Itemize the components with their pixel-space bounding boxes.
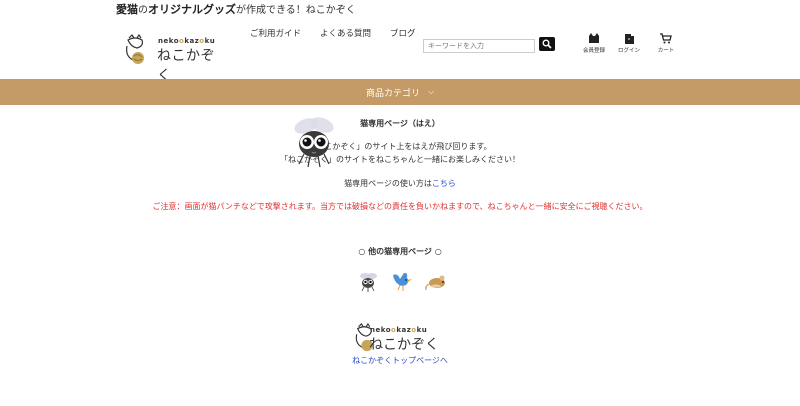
- fly-page-icon[interactable]: [356, 269, 380, 293]
- howto-link[interactable]: こちら: [432, 179, 456, 188]
- intro-line-2: 「ねこかぞく」のサイトをねこちゃんと一緒にお楽しみください！: [280, 155, 520, 164]
- search-icon: [542, 39, 552, 49]
- footer-logo[interactable]: nekookazoku ねこかぞく: [354, 321, 454, 353]
- cart-label: カート: [657, 48, 675, 54]
- nav-guide[interactable]: ご利用ガイド: [250, 27, 301, 39]
- tagline-mid: の: [138, 5, 148, 16]
- top-page-link[interactable]: ねこかぞくトップページへ: [0, 355, 800, 366]
- cart-icon: [660, 33, 672, 44]
- login-button[interactable]: ログイン: [614, 33, 644, 54]
- bird-page-icon[interactable]: [390, 269, 414, 293]
- howto-text: 猫専用ページの使い方はこちら: [0, 178, 800, 189]
- nav-blog[interactable]: ブログ: [390, 27, 416, 39]
- search-input[interactable]: [423, 39, 535, 53]
- search-button[interactable]: [539, 37, 555, 51]
- nav-faq[interactable]: よくある質問: [320, 27, 371, 39]
- other-pages-list: [356, 269, 448, 293]
- site-tagline: 愛猫のオリジナルグッズが作成できる！ねこかぞく: [116, 1, 356, 17]
- login-icon: [625, 34, 634, 44]
- category-label: 商品カテゴリ: [365, 88, 420, 99]
- category-bar[interactable]: 商品カテゴリ ⌵: [0, 79, 800, 105]
- site-logo[interactable]: nekookazoku ねこかぞく: [125, 32, 225, 84]
- other-pages-title: ○ 他の猫専用ページ ○: [358, 247, 442, 256]
- login-label: ログイン: [617, 48, 640, 54]
- logo-roman-text: nekookazoku: [158, 37, 216, 45]
- chevron-down-icon: ⌵: [427, 87, 435, 96]
- fly-sprite-icon[interactable]: [286, 114, 342, 170]
- tagline-bold-2: オリジナルグッズ: [148, 3, 236, 16]
- footer-logo-kana: ねこかぞく: [369, 337, 439, 353]
- intro-line-1: 「ねこかぞく」のサイト上をはえが飛び回ります。: [308, 142, 492, 151]
- mouse-page-icon[interactable]: [424, 269, 448, 293]
- cart-button[interactable]: カート: [651, 33, 681, 54]
- member-label: 会員登録: [582, 48, 605, 54]
- top-nav: ご利用ガイド よくある質問 ブログ: [250, 27, 416, 39]
- page-title: 猫専用ページ（はえ）: [360, 119, 440, 128]
- cat-logo-icon: [126, 34, 144, 64]
- warning-text: ご注意：画面が猫パンチなどで攻撃されます。当方では破損などの責任を負いかねますの…: [152, 202, 648, 211]
- tagline-bold-1: 愛猫: [116, 3, 138, 16]
- tagline-rest: が作成できる！ねこかぞく: [236, 5, 356, 16]
- member-button[interactable]: 会員登録: [579, 33, 609, 54]
- footer-logo-roman: nekookazoku: [370, 326, 428, 334]
- member-icon: [589, 33, 599, 43]
- howto-prefix: 猫専用ページの使い方は: [344, 179, 432, 188]
